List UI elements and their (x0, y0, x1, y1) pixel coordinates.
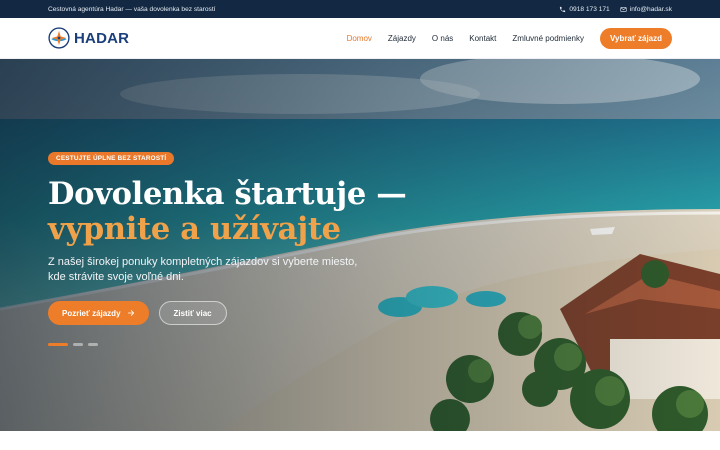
top-bar-contacts: 0918 173 171 info@hadar.sk (559, 6, 672, 13)
slider-dot-2[interactable] (73, 343, 83, 346)
phone-number: 0918 173 171 (569, 5, 610, 13)
nav-item-zmluvne-podmienky[interactable]: Zmluvné podmienky (512, 34, 584, 43)
hero-headline: Dovolenka štartuje — vypnite a užívajte (48, 177, 428, 247)
choose-trip-button[interactable]: Vybrať zájazd (600, 27, 672, 49)
nav-item-kontakt[interactable]: Kontakt (469, 34, 496, 43)
brand-emblem-icon (48, 27, 70, 49)
slider-dot-3[interactable] (88, 343, 98, 346)
hero-headline-line2: vypnite a užívajte (48, 211, 341, 247)
slider-dot-1[interactable] (48, 343, 68, 346)
phone-link[interactable]: 0918 173 171 (559, 5, 610, 13)
hero-actions: Pozrieť zájazdy Zistiť viac (48, 301, 428, 325)
nav-item-domov[interactable]: Domov (347, 34, 372, 43)
top-bar-tagline: Cestovná agentúra Hadar — vaša dovolenka… (48, 5, 216, 13)
hero-section: CESTUJTE ÚPLNE BEZ STAROSTÍ Dovolenka št… (0, 59, 720, 431)
mail-icon (620, 6, 627, 12)
learn-more-button[interactable]: Zistiť viac (158, 301, 227, 325)
site-header: HADAR Domov Zájazdy O nás Kontakt Zmluvn… (0, 18, 720, 59)
top-bar: Cestovná agentúra Hadar — vaša dovolenka… (0, 0, 720, 18)
hero-headline-line1: Dovolenka štartuje — (48, 176, 407, 212)
hero-subtext: Z našej širokej ponuky kompletných zájaz… (48, 256, 358, 283)
view-trips-button[interactable]: Pozrieť zájazdy (48, 301, 149, 325)
email-address: info@hadar.sk (629, 5, 672, 13)
hero-badge: CESTUJTE ÚPLNE BEZ STAROSTÍ (48, 152, 175, 165)
phone-icon (560, 6, 566, 12)
hero-content: CESTUJTE ÚPLNE BEZ STAROSTÍ Dovolenka št… (48, 147, 428, 346)
view-trips-label: Pozrieť zájazdy (62, 308, 121, 318)
main-nav: Domov Zájazdy O nás Kontakt Zmluvné podm… (347, 27, 672, 49)
below-hero-section (0, 431, 720, 450)
nav-item-zajazdy[interactable]: Zájazdy (388, 34, 416, 43)
email-link[interactable]: info@hadar.sk (620, 6, 672, 13)
slider-dots (48, 343, 428, 346)
nav-item-o-nas[interactable]: O nás (432, 34, 453, 43)
brand-logo[interactable]: HADAR (48, 27, 129, 49)
brand-name: HADAR (74, 29, 130, 47)
arrow-right-icon (127, 310, 134, 316)
